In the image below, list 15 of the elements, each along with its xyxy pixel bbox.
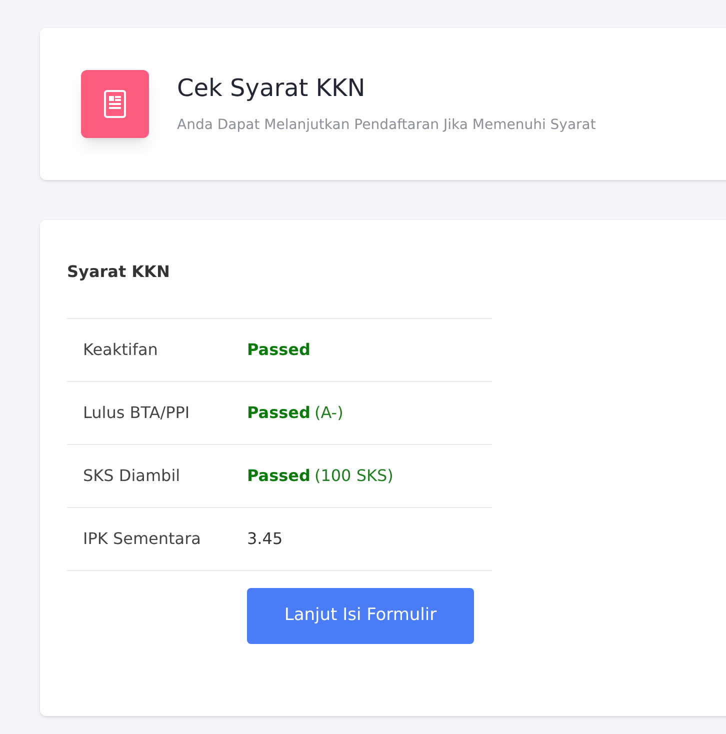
status-text: Passed — [247, 465, 310, 487]
status-detail: (A-) — [314, 402, 344, 424]
document-icon — [81, 70, 149, 138]
status-text: Passed — [247, 339, 310, 361]
status-detail: (100 SKS) — [314, 465, 394, 487]
row-label: SKS Diambil — [82, 465, 182, 487]
row-label: Keaktifan — [82, 339, 159, 361]
status-text: Passed — [247, 402, 310, 424]
page-subtitle: Anda Dapat Melanjutkan Pendaftaran Jika Memenuhi Syarat — [177, 116, 596, 134]
row-label: IPK Sementara — [82, 528, 202, 550]
value-text: 3.45 — [247, 528, 283, 550]
continue-button[interactable]: Lanjut Isi Formulir — [247, 588, 474, 644]
row-label: Lulus BTA/PPI — [82, 402, 191, 424]
section-title: Syarat KKN — [67, 261, 171, 283]
page-title: Cek Syarat KKN — [177, 72, 366, 102]
